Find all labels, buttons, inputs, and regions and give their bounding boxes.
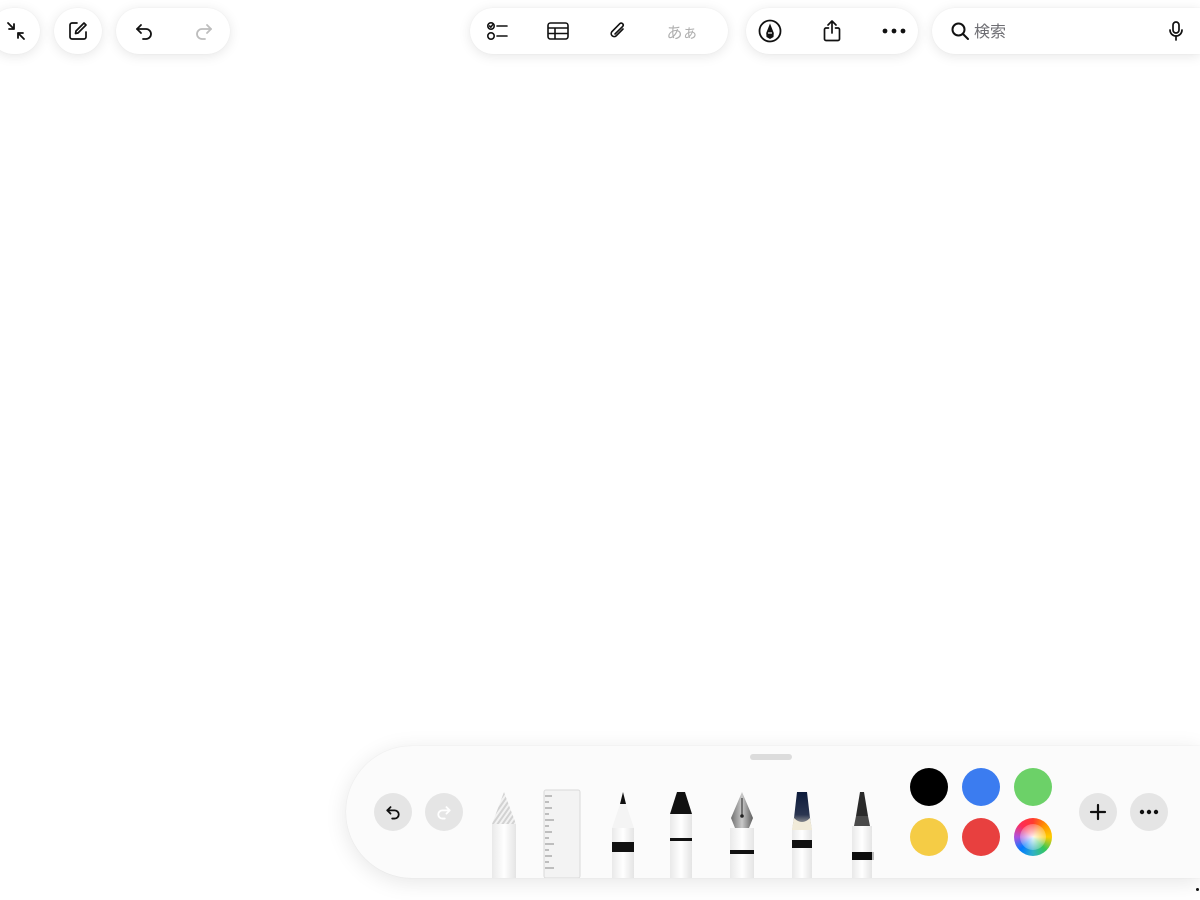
undo-icon: [136, 24, 152, 40]
table-icon: [547, 22, 569, 40]
color-swatch-black[interactable]: [910, 768, 948, 806]
fountain-pen-tool[interactable]: [726, 790, 758, 878]
color-picker-inner: [1020, 824, 1046, 850]
palette-redo-button[interactable]: [425, 793, 463, 831]
collapse-pill: [0, 8, 40, 54]
eraser-tool[interactable]: [486, 790, 522, 878]
collapse-button[interactable]: [0, 9, 38, 53]
share-button[interactable]: [810, 9, 854, 53]
color-swatch-green[interactable]: [1014, 768, 1052, 806]
redo-button[interactable]: [182, 9, 226, 53]
color-swatch-red[interactable]: [962, 818, 1000, 856]
redo-icon: [437, 806, 451, 820]
more-icon: [882, 28, 906, 34]
watercolor-brush-tool[interactable]: [786, 788, 818, 878]
collapse-icon: [7, 22, 25, 40]
text-style-button[interactable]: あぁ: [660, 9, 704, 53]
tool-palette: [346, 746, 1200, 878]
add-tool-button[interactable]: [1079, 793, 1117, 831]
table-button[interactable]: [536, 9, 580, 53]
redo-icon: [196, 24, 212, 40]
microphone-button[interactable]: [1154, 9, 1198, 53]
attachment-button[interactable]: [596, 9, 640, 53]
markup-pill: [746, 8, 918, 54]
color-swatch-yellow[interactable]: [910, 818, 948, 856]
microphone-icon: [1169, 21, 1183, 41]
search-icon: [951, 22, 969, 40]
palette-undo-button[interactable]: [374, 793, 412, 831]
color-picker-button[interactable]: [1014, 818, 1052, 856]
palette-grabber[interactable]: [750, 754, 792, 760]
color-swatch-blue[interactable]: [962, 768, 1000, 806]
format-pill: あぁ: [470, 8, 728, 54]
more-button[interactable]: [872, 9, 916, 53]
more-icon: [1139, 809, 1159, 815]
search-bar: [932, 8, 1200, 54]
text-style-label: あぁ: [666, 23, 698, 42]
crayon-tool[interactable]: [846, 790, 878, 878]
undo-button[interactable]: [122, 9, 166, 53]
checklist-button[interactable]: [476, 9, 520, 53]
ruler-tool[interactable]: [542, 788, 582, 878]
plus-icon: [1089, 803, 1107, 821]
markup-pen-icon: [758, 19, 782, 43]
share-icon: [823, 20, 841, 42]
markup-button[interactable]: [748, 9, 792, 53]
monoline-pen-tool[interactable]: [608, 790, 638, 878]
undo-icon: [386, 806, 400, 820]
attachment-icon: [610, 22, 624, 38]
compose-button[interactable]: [56, 9, 100, 53]
history-pill: [116, 8, 230, 54]
compose-pill: [54, 8, 102, 54]
checklist-icon: [486, 21, 508, 41]
compose-icon: [69, 22, 87, 40]
corner-marker: [1196, 888, 1199, 891]
search-input[interactable]: [974, 21, 1134, 41]
marker-tool[interactable]: [666, 788, 696, 878]
palette-more-button[interactable]: [1130, 793, 1168, 831]
